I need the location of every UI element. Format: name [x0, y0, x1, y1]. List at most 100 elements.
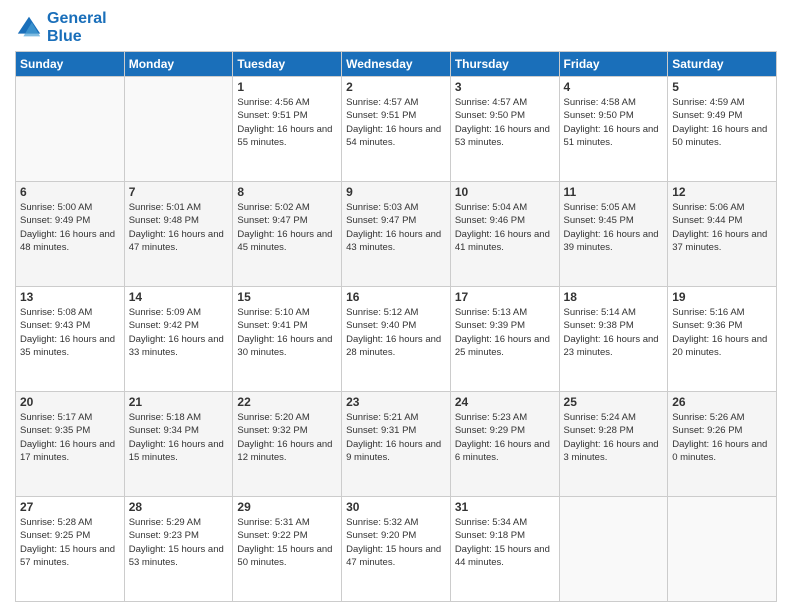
calendar-cell [668, 497, 777, 602]
calendar-cell: 24 Sunrise: 5:23 AMSunset: 9:29 PMDayligh… [450, 392, 559, 497]
day-info: Sunrise: 4:56 AMSunset: 9:51 PMDaylight:… [237, 96, 337, 149]
calendar-cell: 11 Sunrise: 5:05 AMSunset: 9:45 PMDayligh… [559, 182, 668, 287]
calendar-cell: 9 Sunrise: 5:03 AMSunset: 9:47 PMDaylight… [342, 182, 451, 287]
calendar-cell: 12 Sunrise: 5:06 AMSunset: 9:44 PMDayligh… [668, 182, 777, 287]
day-info: Sunrise: 5:34 AMSunset: 9:18 PMDaylight:… [455, 516, 555, 569]
day-number: 15 [237, 290, 337, 304]
calendar-cell: 16Sunrise: 5:12 AMSunset: 9:40 PMDayligh… [342, 287, 451, 392]
week-row-2: 6Sunrise: 5:00 AMSunset: 9:49 PMDaylight… [16, 182, 777, 287]
weekday-header-row: SundayMondayTuesdayWednesdayThursdayFrid… [16, 52, 777, 77]
weekday-thursday: Thursday [450, 52, 559, 77]
day-number: 24 [455, 395, 555, 409]
day-number: 5 [672, 80, 772, 94]
week-row-4: 20 Sunrise: 5:17 AMSunset: 9:35 PMDayligh… [16, 392, 777, 497]
calendar: SundayMondayTuesdayWednesdayThursdayFrid… [15, 51, 777, 602]
logo-text: General Blue [47, 10, 107, 45]
calendar-cell: 23 Sunrise: 5:21 AMSunset: 9:31 PMDayligh… [342, 392, 451, 497]
day-number: 10 [455, 185, 555, 199]
day-info: Sunrise: 5:05 AMSunset: 9:45 PMDaylight:… [564, 201, 664, 254]
calendar-cell: 28Sunrise: 5:29 AMSunset: 9:23 PMDayligh… [124, 497, 233, 602]
day-number: 22 [237, 395, 337, 409]
calendar-cell: 21 Sunrise: 5:18 AMSunset: 9:34 PMDayligh… [124, 392, 233, 497]
day-info: Sunrise: 5:28 AMSunset: 9:25 PMDaylight:… [20, 516, 120, 569]
day-info: Sunrise: 5:06 AMSunset: 9:44 PMDaylight:… [672, 201, 772, 254]
calendar-cell: 19 Sunrise: 5:16 AMSunset: 9:36 PMDayligh… [668, 287, 777, 392]
logo-icon [15, 14, 43, 42]
calendar-cell: 15Sunrise: 5:10 AMSunset: 9:41 PMDayligh… [233, 287, 342, 392]
page: General Blue SundayMondayTuesdayWednesda… [0, 0, 792, 612]
calendar-cell: 30 Sunrise: 5:32 AMSunset: 9:20 PMDayligh… [342, 497, 451, 602]
week-row-1: 1 Sunrise: 4:56 AMSunset: 9:51 PMDaylight… [16, 77, 777, 182]
day-number: 19 [672, 290, 772, 304]
day-number: 8 [237, 185, 337, 199]
day-info: Sunrise: 5:09 AMSunset: 9:42 PMDaylight:… [129, 306, 229, 359]
weekday-wednesday: Wednesday [342, 52, 451, 77]
week-row-5: 27 Sunrise: 5:28 AMSunset: 9:25 PMDayligh… [16, 497, 777, 602]
header: General Blue [15, 10, 777, 45]
day-info: Sunrise: 4:59 AMSunset: 9:49 PMDaylight:… [672, 96, 772, 149]
day-info: Sunrise: 5:04 AMSunset: 9:46 PMDaylight:… [455, 201, 555, 254]
day-number: 7 [129, 185, 229, 199]
day-info: Sunrise: 4:57 AMSunset: 9:50 PMDaylight:… [455, 96, 555, 149]
calendar-cell: 26Sunrise: 5:26 AMSunset: 9:26 PMDayligh… [668, 392, 777, 497]
day-number: 23 [346, 395, 446, 409]
day-number: 4 [564, 80, 664, 94]
day-info: Sunrise: 5:32 AMSunset: 9:20 PMDaylight:… [346, 516, 446, 569]
day-number: 20 [20, 395, 120, 409]
day-info: Sunrise: 5:12 AMSunset: 9:40 PMDaylight:… [346, 306, 446, 359]
day-number: 9 [346, 185, 446, 199]
day-number: 21 [129, 395, 229, 409]
day-number: 2 [346, 80, 446, 94]
calendar-cell: 2 Sunrise: 4:57 AMSunset: 9:51 PMDaylight… [342, 77, 451, 182]
day-info: Sunrise: 5:24 AMSunset: 9:28 PMDaylight:… [564, 411, 664, 464]
calendar-cell: 27 Sunrise: 5:28 AMSunset: 9:25 PMDayligh… [16, 497, 125, 602]
day-number: 14 [129, 290, 229, 304]
day-info: Sunrise: 4:57 AMSunset: 9:51 PMDaylight:… [346, 96, 446, 149]
calendar-cell: 8Sunrise: 5:02 AMSunset: 9:47 PMDaylight… [233, 182, 342, 287]
day-number: 12 [672, 185, 772, 199]
day-info: Sunrise: 5:03 AMSunset: 9:47 PMDaylight:… [346, 201, 446, 254]
calendar-cell: 22Sunrise: 5:20 AMSunset: 9:32 PMDayligh… [233, 392, 342, 497]
day-number: 17 [455, 290, 555, 304]
day-info: Sunrise: 5:21 AMSunset: 9:31 PMDaylight:… [346, 411, 446, 464]
day-number: 3 [455, 80, 555, 94]
calendar-cell: 18 Sunrise: 5:14 AMSunset: 9:38 PMDayligh… [559, 287, 668, 392]
calendar-cell: 10 Sunrise: 5:04 AMSunset: 9:46 PMDayligh… [450, 182, 559, 287]
calendar-cell [124, 77, 233, 182]
day-info: Sunrise: 5:14 AMSunset: 9:38 PMDaylight:… [564, 306, 664, 359]
calendar-cell: 20 Sunrise: 5:17 AMSunset: 9:35 PMDayligh… [16, 392, 125, 497]
calendar-cell [16, 77, 125, 182]
day-info: Sunrise: 5:23 AMSunset: 9:29 PMDaylight:… [455, 411, 555, 464]
calendar-cell: 5 Sunrise: 4:59 AMSunset: 9:49 PMDaylight… [668, 77, 777, 182]
day-number: 6 [20, 185, 120, 199]
day-number: 27 [20, 500, 120, 514]
weekday-saturday: Saturday [668, 52, 777, 77]
day-info: Sunrise: 5:18 AMSunset: 9:34 PMDaylight:… [129, 411, 229, 464]
day-number: 18 [564, 290, 664, 304]
weekday-friday: Friday [559, 52, 668, 77]
calendar-cell: 6Sunrise: 5:00 AMSunset: 9:49 PMDaylight… [16, 182, 125, 287]
calendar-cell: 25Sunrise: 5:24 AMSunset: 9:28 PMDayligh… [559, 392, 668, 497]
calendar-cell: 14 Sunrise: 5:09 AMSunset: 9:42 PMDayligh… [124, 287, 233, 392]
calendar-cell: 1 Sunrise: 4:56 AMSunset: 9:51 PMDaylight… [233, 77, 342, 182]
day-info: Sunrise: 5:17 AMSunset: 9:35 PMDaylight:… [20, 411, 120, 464]
logo: General Blue [15, 10, 107, 45]
day-info: Sunrise: 4:58 AMSunset: 9:50 PMDaylight:… [564, 96, 664, 149]
day-info: Sunrise: 5:13 AMSunset: 9:39 PMDaylight:… [455, 306, 555, 359]
weekday-tuesday: Tuesday [233, 52, 342, 77]
day-number: 31 [455, 500, 555, 514]
day-info: Sunrise: 5:31 AMSunset: 9:22 PMDaylight:… [237, 516, 337, 569]
calendar-cell: 31 Sunrise: 5:34 AMSunset: 9:18 PMDayligh… [450, 497, 559, 602]
day-number: 30 [346, 500, 446, 514]
calendar-cell: 7Sunrise: 5:01 AMSunset: 9:48 PMDaylight… [124, 182, 233, 287]
weekday-monday: Monday [124, 52, 233, 77]
day-number: 1 [237, 80, 337, 94]
day-info: Sunrise: 5:26 AMSunset: 9:26 PMDaylight:… [672, 411, 772, 464]
day-number: 11 [564, 185, 664, 199]
calendar-cell: 13Sunrise: 5:08 AMSunset: 9:43 PMDayligh… [16, 287, 125, 392]
day-info: Sunrise: 5:29 AMSunset: 9:23 PMDaylight:… [129, 516, 229, 569]
day-info: Sunrise: 5:16 AMSunset: 9:36 PMDaylight:… [672, 306, 772, 359]
calendar-cell: 3 Sunrise: 4:57 AMSunset: 9:50 PMDaylight… [450, 77, 559, 182]
day-number: 13 [20, 290, 120, 304]
calendar-cell: 17 Sunrise: 5:13 AMSunset: 9:39 PMDayligh… [450, 287, 559, 392]
